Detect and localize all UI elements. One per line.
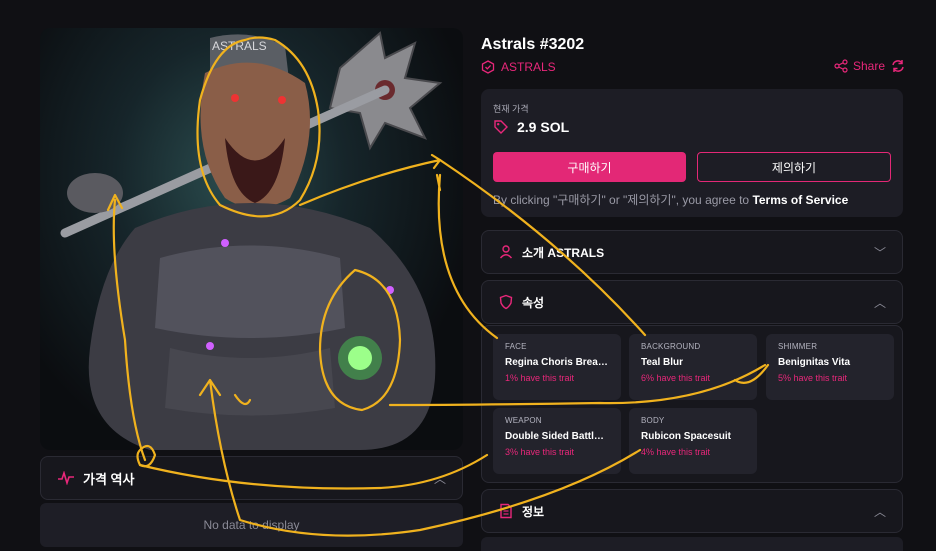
price-history-title: 가격 역사 <box>83 471 135 487</box>
trait-rarity: 1% have this trait <box>505 373 575 383</box>
terms-of-service-link[interactable]: Terms of Service <box>752 193 848 207</box>
price-history-empty: No data to display <box>40 503 463 547</box>
document-icon <box>500 503 512 519</box>
trait-value: Double Sided Battle Axe <box>505 431 609 442</box>
trait-type: SHIMMER <box>778 342 818 351</box>
attributes-section-header[interactable]: 속성 ︿ <box>481 280 903 324</box>
trait-type: BODY <box>641 416 665 425</box>
trait-rarity: 5% have this trait <box>778 373 848 383</box>
trait-value: Benignitas Vita <box>778 357 851 368</box>
trait-type: WEAPON <box>505 416 542 425</box>
details-content <box>481 537 903 551</box>
details-title: 정보 <box>522 504 545 519</box>
terms-text: By clicking "구매하기" or "제의하기", you agree … <box>493 193 753 207</box>
activity-icon <box>58 471 74 485</box>
trait-value: Regina Choris Breakout <box>505 357 609 368</box>
nft-image: ASTRALS <box>40 28 463 450</box>
about-section-header[interactable]: 소개 ASTRALS ﹀ <box>481 230 903 274</box>
user-icon <box>499 245 513 259</box>
current-price: 2.9 SOL <box>493 119 569 135</box>
chevron-up-icon[interactable]: ︿ <box>874 294 886 311</box>
collection-link[interactable]: ASTRALS <box>481 60 556 74</box>
attributes-title: 속성 <box>522 295 545 310</box>
art-lettering: ASTRALS <box>212 39 267 53</box>
chevron-down-icon[interactable]: ﹀ <box>874 244 886 261</box>
trait-card[interactable]: FACE Regina Choris Breakout 1% have this… <box>493 334 621 400</box>
trait-card[interactable]: BODY Rubicon Spacesuit 4% have this trai… <box>629 408 757 474</box>
details-section-header[interactable]: 정보 ︿ <box>481 489 903 533</box>
refresh-icon[interactable] <box>890 59 906 73</box>
price-tag-icon <box>494 120 508 134</box>
collection-name: ASTRALS <box>501 60 556 74</box>
trait-rarity: 3% have this trait <box>505 447 575 457</box>
trait-type: FACE <box>505 342 527 351</box>
trait-value: Rubicon Spacesuit <box>641 431 732 442</box>
price-card: 현재 가격 2.9 SOL 구매하기 제의하기 By clicking "구매하… <box>481 89 903 217</box>
share-label: Share <box>853 59 886 73</box>
trait-value: Teal Blur <box>641 357 684 368</box>
share-button[interactable]: Share <box>834 59 906 73</box>
trait-card[interactable]: WEAPON Double Sided Battle Axe 3% have t… <box>493 408 621 474</box>
chevron-up-icon[interactable]: ︿ <box>434 470 446 487</box>
terms-notice: By clicking "구매하기" or "제의하기", you agree … <box>493 191 848 208</box>
trait-rarity: 6% have this trait <box>641 373 711 383</box>
verified-shield-icon <box>481 60 495 74</box>
trait-rarity: 4% have this trait <box>641 447 711 457</box>
current-price-label: 현재 가격 <box>493 104 529 114</box>
chevron-up-icon[interactable]: ︿ <box>874 503 886 520</box>
price-value: 2.9 SOL <box>517 119 570 135</box>
shield-icon <box>499 294 513 310</box>
trait-card[interactable]: BACKGROUND Teal Blur 6% have this trait <box>629 334 757 400</box>
nft-detail-page: ASTRALS 가격 역사 ︿ No data to display Astra… <box>0 0 936 551</box>
trait-type: BACKGROUND <box>641 342 701 351</box>
traits-grid: FACE Regina Choris Breakout 1% have this… <box>481 325 903 483</box>
about-title: 소개 ASTRALS <box>522 245 605 260</box>
buy-button[interactable]: 구매하기 <box>493 152 686 182</box>
share-icon <box>834 59 848 73</box>
price-history-header[interactable]: 가격 역사 ︿ <box>40 456 463 500</box>
nft-title: Astrals #3202 <box>481 36 585 53</box>
trait-card[interactable]: SHIMMER Benignitas Vita 5% have this tra… <box>766 334 894 400</box>
make-offer-button[interactable]: 제의하기 <box>697 152 891 182</box>
